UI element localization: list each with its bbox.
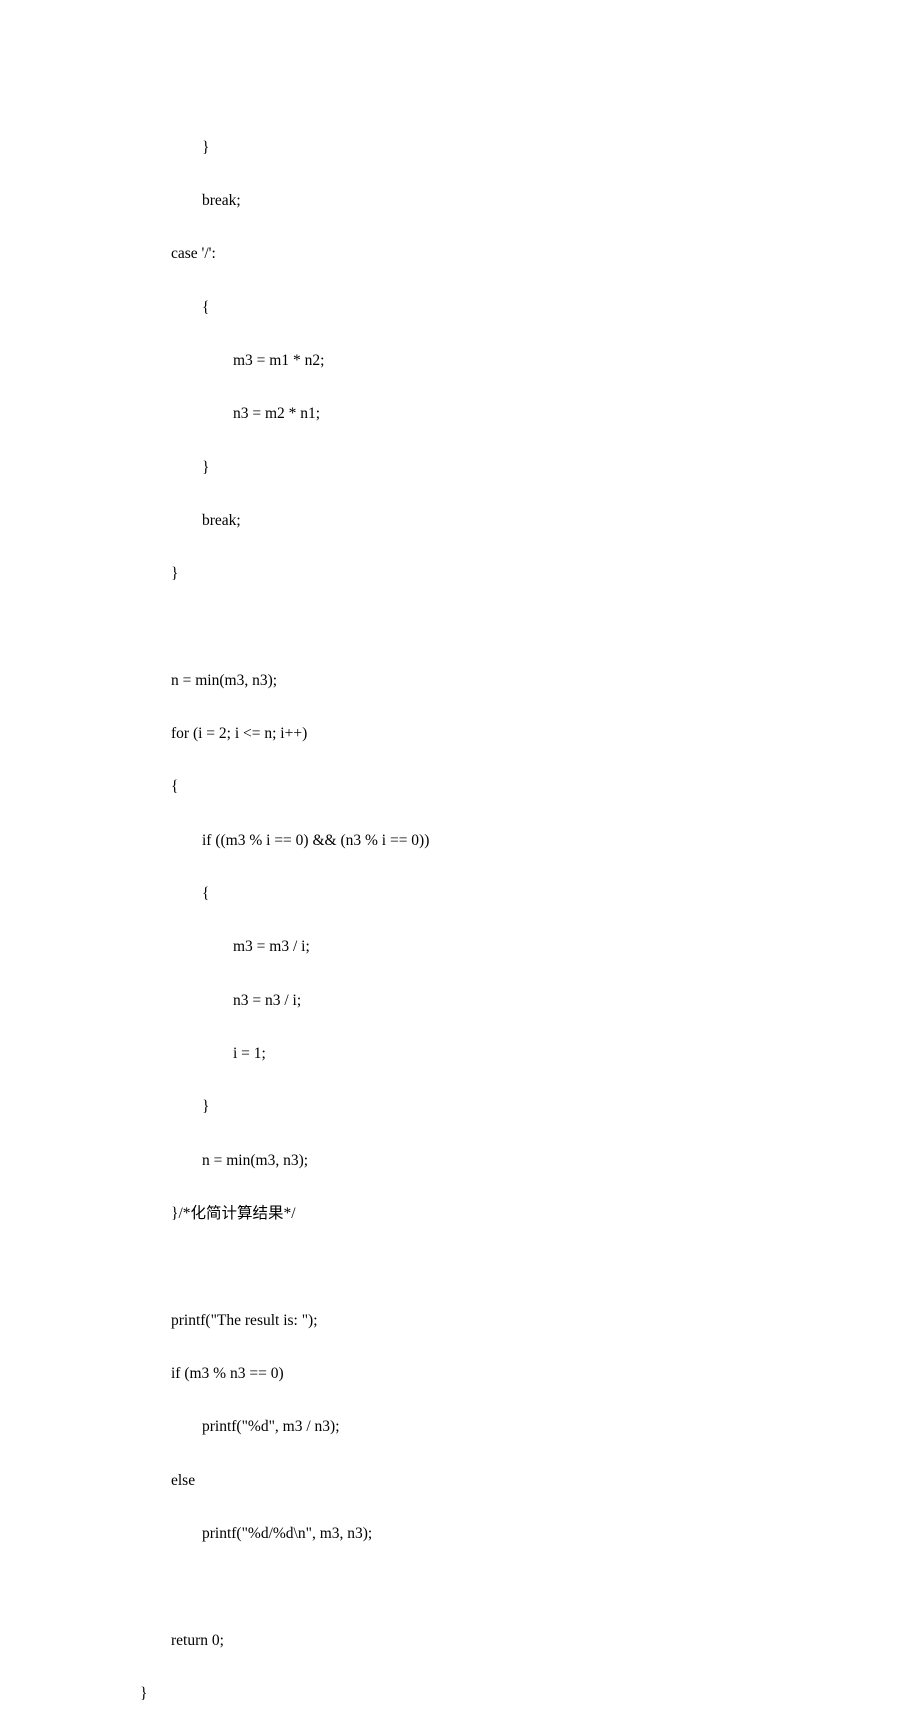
code-line: n3 = n3 / i; bbox=[140, 988, 920, 1015]
blank-line bbox=[140, 1574, 920, 1601]
code-line: i = 1; bbox=[140, 1041, 920, 1068]
code-line: for (i = 2; i <= n; i++) bbox=[140, 721, 920, 748]
code-line: } bbox=[140, 455, 920, 482]
code-line: } bbox=[140, 561, 920, 588]
code-line: { bbox=[140, 881, 920, 908]
code-line: printf("%d", m3 / n3); bbox=[140, 1414, 920, 1441]
code-line: break; bbox=[140, 508, 920, 535]
code-line: break; bbox=[140, 188, 920, 215]
blank-line bbox=[140, 614, 920, 641]
code-line: n = min(m3, n3); bbox=[140, 1148, 920, 1175]
code-line: } bbox=[140, 1681, 920, 1708]
code-line: m3 = m3 / i; bbox=[140, 934, 920, 961]
code-line: else bbox=[140, 1468, 920, 1495]
code-block: } break; case '/': { m3 = m1 * n2; n3 = … bbox=[140, 108, 920, 1734]
code-line: }/*化简计算结果*/ bbox=[140, 1201, 920, 1228]
code-line: printf("%d/%d\n", m3, n3); bbox=[140, 1521, 920, 1548]
code-line: case '/': bbox=[140, 241, 920, 268]
code-line: m3 = m1 * n2; bbox=[140, 348, 920, 375]
code-line: if ((m3 % i == 0) && (n3 % i == 0)) bbox=[140, 828, 920, 855]
code-line: { bbox=[140, 774, 920, 801]
code-line: n = min(m3, n3); bbox=[140, 668, 920, 695]
code-line: { bbox=[140, 295, 920, 322]
code-line: n3 = m2 * n1; bbox=[140, 401, 920, 428]
blank-line bbox=[140, 1254, 920, 1281]
code-line: printf("The result is: "); bbox=[140, 1308, 920, 1335]
code-line: } bbox=[140, 135, 920, 162]
code-line: if (m3 % n3 == 0) bbox=[140, 1361, 920, 1388]
code-line: return 0; bbox=[140, 1628, 920, 1655]
code-line: } bbox=[140, 1094, 920, 1121]
